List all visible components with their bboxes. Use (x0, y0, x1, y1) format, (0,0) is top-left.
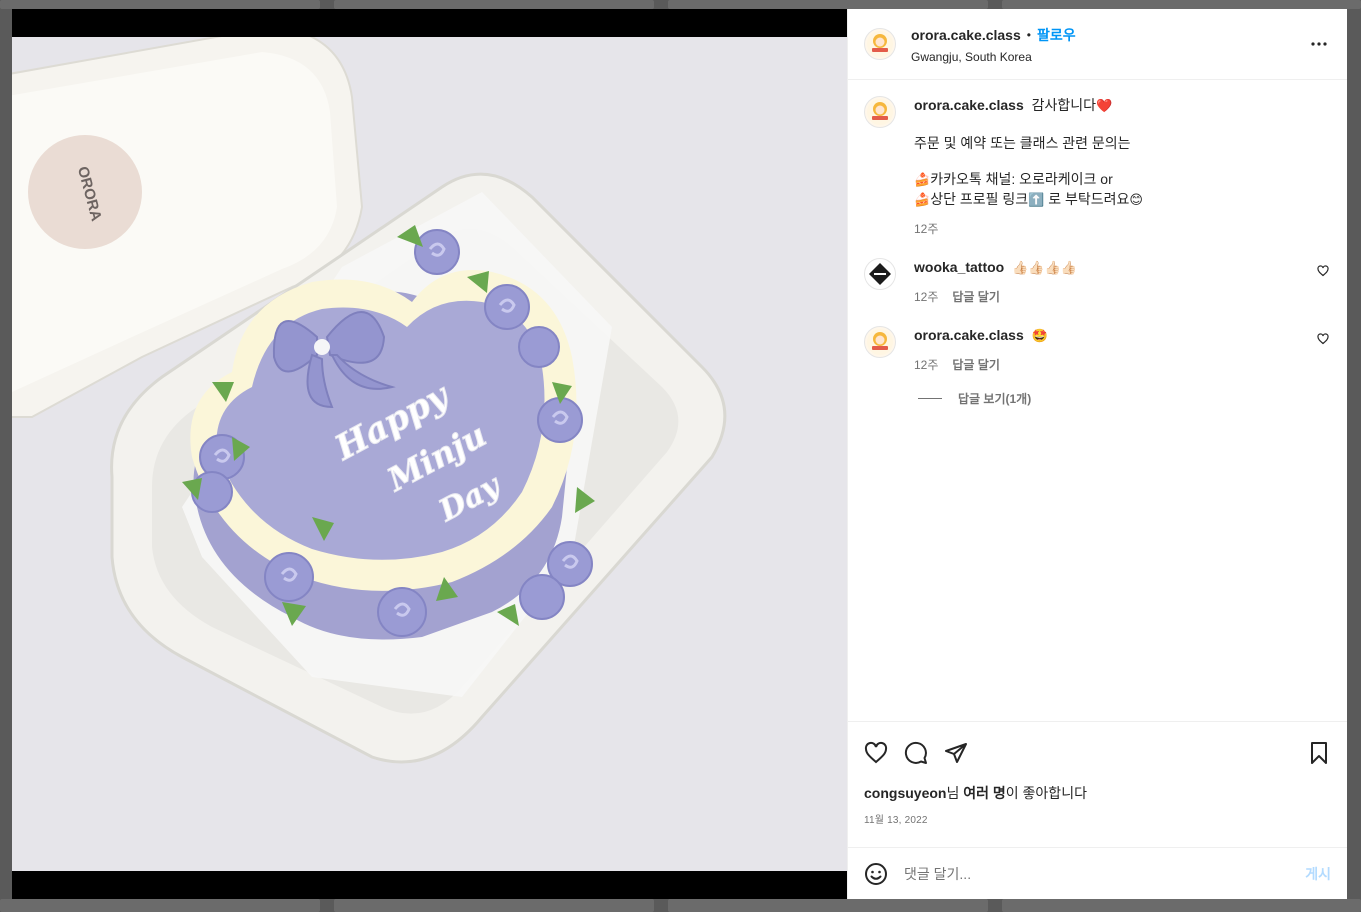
cake-illustration: ORORA Happy Minju Day (12, 37, 847, 871)
heart-emoji-icon: ❤️ (1096, 99, 1113, 114)
more-options-button[interactable] (1307, 32, 1331, 56)
view-replies-label: 답글 보기(1개) (958, 392, 1032, 406)
comments-section: orora.cake.class 감사합니다❤️ 주문 및 예약 또는 클래스 … (848, 80, 1347, 721)
up-arrow-emoji-icon: ⬆️ (1028, 193, 1045, 208)
likes-others-link[interactable]: 여러 명 (963, 785, 1006, 801)
comment-button[interactable] (904, 741, 928, 765)
caption-username[interactable]: orora.cake.class (914, 97, 1024, 113)
separator-dot: • (1026, 27, 1031, 42)
orora-logo-icon (867, 99, 893, 125)
smile-emoji-icon: 😊 (1129, 193, 1143, 208)
post-modal: ORORA Happy Minju Day orora.cake.class •… (12, 9, 1347, 899)
comment-username[interactable]: orora.cake.class (914, 327, 1024, 343)
emoji-picker-button[interactable] (864, 862, 888, 886)
action-bar (848, 721, 1347, 783)
orora-logo-icon (867, 31, 893, 57)
header-username[interactable]: orora.cake.class (911, 27, 1021, 43)
account-avatar[interactable] (864, 28, 896, 60)
likes-suffix1: 님 (946, 785, 964, 801)
cake-emoji-icon: 🍰 (914, 193, 931, 208)
replies-divider (918, 398, 942, 399)
comment-text: 👍🏻👍🏻👍🏻👍🏻 (1012, 261, 1077, 276)
comment-text: 🤩 (1031, 329, 1048, 344)
commenter-avatar[interactable] (864, 326, 896, 358)
caption-line2: 주문 및 예약 또는 클래스 관련 문의는 (914, 135, 1131, 151)
likes-suffix2: 이 좋아합니다 (1005, 785, 1087, 801)
post-comment-button[interactable]: 게시 (1305, 864, 1331, 884)
post-media: ORORA Happy Minju Day (12, 9, 847, 899)
view-replies-button[interactable]: 답글 보기(1개) (918, 390, 1331, 407)
reply-button[interactable]: 답글 달기 (952, 356, 1000, 374)
caption-line1: 감사합니다 (1031, 97, 1097, 113)
more-horizontal-icon (1311, 42, 1327, 46)
save-button[interactable] (1307, 741, 1331, 765)
heart-icon (864, 741, 888, 763)
post-header: orora.cake.class • 팔로우 Gwangju, South Ko… (848, 9, 1347, 80)
caption-line4b: 로 부탁드려요 (1044, 191, 1130, 207)
comment-item: orora.cake.class 🤩 12주 답글 달기 (864, 326, 1331, 374)
liker-username[interactable]: congsuyeon (864, 785, 946, 801)
like-button[interactable] (864, 741, 888, 765)
reply-button[interactable]: 답글 달기 (952, 288, 1000, 306)
heart-outline-icon (1317, 265, 1329, 277)
likes-summary: congsuyeon님 여러 명이 좋아합니다 (848, 783, 1347, 803)
commenter-avatar[interactable] (864, 258, 896, 290)
comment-bubble-icon (904, 741, 927, 764)
paper-plane-icon (945, 742, 967, 763)
comment-time[interactable]: 12주 (914, 288, 938, 306)
smiley-icon (865, 862, 887, 885)
comment-like-button[interactable] (1317, 264, 1329, 282)
post-date[interactable]: 11월 13, 2022 (848, 803, 1347, 826)
comment-username[interactable]: wooka_tattoo (914, 259, 1004, 275)
comment-input[interactable] (904, 865, 1306, 882)
bookmark-icon (1311, 741, 1327, 764)
wooka-logo-icon (866, 260, 894, 288)
caption-avatar[interactable] (864, 96, 896, 128)
cake-emoji-icon: 🍰 (914, 173, 931, 188)
heart-outline-icon (1317, 333, 1329, 345)
orora-logo-icon (867, 329, 893, 355)
comment-like-button[interactable] (1317, 332, 1329, 350)
caption-line3: 카카오톡 채널: 오로라케이크 or (930, 171, 1113, 187)
comment-time[interactable]: 12주 (914, 356, 938, 374)
caption: orora.cake.class 감사합니다❤️ 주문 및 예약 또는 클래스 … (864, 96, 1331, 238)
share-button[interactable] (944, 741, 968, 765)
post-side-panel: orora.cake.class • 팔로우 Gwangju, South Ko… (847, 9, 1347, 899)
post-location[interactable]: Gwangju, South Korea (911, 50, 1307, 64)
add-comment-bar: 게시 (848, 847, 1347, 899)
caption-line4a: 상단 프로필 링크 (930, 191, 1029, 207)
comment-item: wooka_tattoo 👍🏻👍🏻👍🏻👍🏻 12주 답글 달기 (864, 258, 1331, 306)
follow-button[interactable]: 팔로우 (1037, 25, 1076, 45)
post-photo[interactable]: ORORA Happy Minju Day (12, 37, 847, 871)
caption-time[interactable]: 12주 (914, 220, 938, 238)
